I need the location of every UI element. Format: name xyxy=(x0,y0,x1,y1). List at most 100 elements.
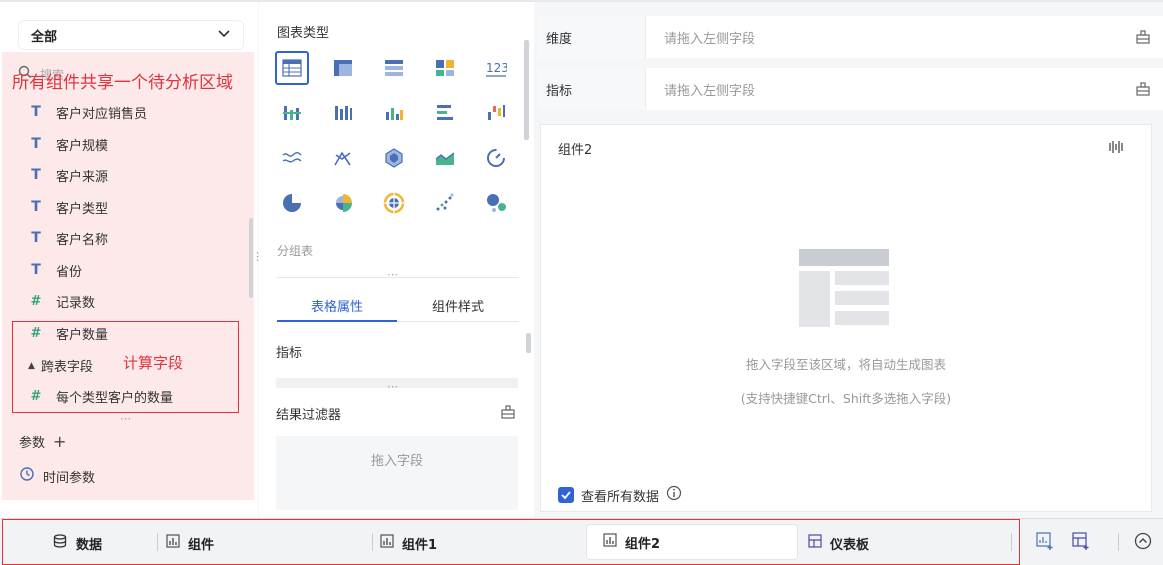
empty-hint-sub: (支持快捷键Ctrl、Shift多选拖入字段) xyxy=(740,391,952,406)
calc-field-icon: # xyxy=(30,325,42,341)
divider xyxy=(1011,533,1012,551)
dashboard-icon xyxy=(808,534,822,552)
add-dashboard-icon[interactable] xyxy=(1071,531,1091,555)
current-chart-type: 分组表 xyxy=(277,244,314,258)
bottom-tab-bar: 数据 组件 组件1 组件2 仪表板 xyxy=(0,518,1163,565)
text-field-icon: T xyxy=(31,136,41,152)
chart-type-horizontal-bar-icon[interactable] xyxy=(428,96,462,130)
resize-handle[interactable]: ⋯ xyxy=(387,268,398,281)
chart-type-grouped-bar-icon[interactable] xyxy=(275,96,309,130)
dimension-row: 维度 请拖入左侧字段 xyxy=(538,16,1163,58)
tab-component[interactable]: 组件 xyxy=(150,527,350,559)
tab-data[interactable]: 数据 xyxy=(36,527,156,559)
filter-drop-area[interactable]: 拖入字段 xyxy=(276,436,518,510)
filter-settings-icon[interactable] xyxy=(500,404,516,424)
scope-select[interactable]: 全部 xyxy=(18,20,244,50)
resize-handle[interactable]: ⋯ xyxy=(120,412,132,425)
field-item[interactable]: # 客户数量 xyxy=(28,318,228,348)
chart-type-rose-icon[interactable] xyxy=(326,186,360,220)
scrollbar[interactable] xyxy=(526,333,531,353)
chart-type-cross-table-icon[interactable] xyxy=(326,51,360,85)
checkbox-checked-icon[interactable] xyxy=(558,487,574,503)
annotation-calc-fields: 计算字段 xyxy=(123,354,184,372)
text-field-icon: T xyxy=(31,230,41,246)
chart-type-title: 图表类型 xyxy=(277,26,330,41)
chart-type-number-icon[interactable]: 123 xyxy=(479,51,513,85)
tab-component-2-active[interactable]: 组件2 xyxy=(586,524,798,560)
tab-component-1[interactable]: 组件1 xyxy=(364,527,564,559)
chart-type-grid: 123 xyxy=(275,51,523,220)
chart-type-gauge-icon[interactable] xyxy=(479,141,513,175)
number-field-icon: # xyxy=(30,293,42,309)
chart-type-multi-line-icon[interactable] xyxy=(326,141,360,175)
config-canvas-area: 维度 请拖入左侧字段 指标 请拖入左侧字段 组件2 拖入字段至该区域，将自动生成… xyxy=(538,0,1163,518)
add-component-icon[interactable] xyxy=(1035,531,1055,555)
text-field-icon: T xyxy=(31,104,41,120)
view-all-data-checkbox[interactable]: 查看所有数据 xyxy=(558,485,682,505)
empty-table-illustration xyxy=(799,249,891,333)
info-icon[interactable] xyxy=(666,485,682,505)
plus-icon[interactable]: + xyxy=(53,432,66,451)
field-item[interactable]: T 客户对应销售员 xyxy=(28,97,228,127)
measure-row: 指标 请拖入左侧字段 xyxy=(538,68,1163,110)
dimension-label: 维度 xyxy=(538,16,646,58)
empty-hint: 拖入字段至该区域，将自动生成图表 xyxy=(745,357,946,372)
dimension-settings-icon[interactable] xyxy=(1123,29,1163,45)
database-icon xyxy=(52,533,68,553)
chart-type-table-icon[interactable] xyxy=(275,51,309,85)
chart-toggle-icon[interactable] xyxy=(1108,139,1124,159)
text-field-icon: T xyxy=(31,199,41,215)
chevron-down-icon xyxy=(217,26,231,44)
chart-type-area-icon[interactable] xyxy=(428,141,462,175)
scrollbar[interactable] xyxy=(524,40,529,140)
chart-type-waterfall-icon[interactable] xyxy=(479,96,513,130)
chart-type-radar-icon[interactable] xyxy=(377,141,411,175)
resize-handle[interactable]: ⋯ xyxy=(387,380,398,393)
chart-type-pie-icon[interactable] xyxy=(275,186,309,220)
text-field-icon: T xyxy=(31,262,41,278)
dimension-drop-field[interactable]: 请拖入左侧字段 xyxy=(646,28,1123,47)
measure-settings-icon[interactable] xyxy=(1123,81,1163,97)
chart-type-scatter-icon[interactable] xyxy=(428,186,462,220)
chart-type-sunburst-icon[interactable] xyxy=(377,186,411,220)
chart-type-stacked-bar-icon[interactable] xyxy=(326,96,360,130)
field-group-cross-table[interactable]: ▲ 跨表字段 xyxy=(28,356,93,375)
tab-table-properties[interactable]: 表格属性 xyxy=(277,290,397,322)
chart-type-detail-table-icon[interactable] xyxy=(377,51,411,85)
result-filter-label: 结果过滤器 xyxy=(276,408,342,423)
chart-type-bubble-icon[interactable] xyxy=(479,186,513,220)
app-window: 全部 搜索 所有组件共享一个待分析区域 T 客户对应销售员 T 客户规模 T 客户来源… xyxy=(0,0,1163,565)
canvas-title: 组件2 xyxy=(558,143,593,158)
tab-dashboard[interactable]: 仪表板 xyxy=(792,527,992,559)
chart-icon xyxy=(603,533,617,551)
calc-field-icon: # xyxy=(30,388,42,404)
annotation-shared-area: 所有组件共享一个待分析区域 xyxy=(12,73,233,93)
time-param-item[interactable]: 时间参数 xyxy=(19,466,95,486)
field-item[interactable]: T 客户规模 xyxy=(28,129,228,159)
divider xyxy=(277,277,519,278)
measure-drop-field[interactable]: 请拖入左侧字段 xyxy=(646,80,1123,99)
metric-label: 指标 xyxy=(276,346,303,361)
field-item[interactable]: # 每个类型客户的数量 xyxy=(28,381,228,411)
chart-icon xyxy=(166,534,180,552)
field-item[interactable]: # 记录数 xyxy=(28,286,228,316)
params-header: 参数 + xyxy=(19,432,67,451)
scope-select-value: 全部 xyxy=(31,29,58,45)
field-item[interactable]: T 省份 xyxy=(28,255,228,285)
svg-text:123: 123 xyxy=(486,61,507,75)
left-field-panel: 全部 搜索 所有组件共享一个待分析区域 T 客户对应销售员 T 客户规模 T 客户来源… xyxy=(0,0,258,518)
top-border xyxy=(0,0,1163,2)
chart-type-panel: 图表类型 123 分组表 ⋯ 表格属性 组件样式 指标 ⋯ 结果过滤器 拖入字段 xyxy=(259,0,534,518)
field-item[interactable]: T 客户来源 xyxy=(28,160,228,190)
collapse-up-icon[interactable] xyxy=(1133,531,1153,555)
clock-icon xyxy=(19,466,35,486)
field-item[interactable]: T 客户名称 xyxy=(28,223,228,253)
chart-type-line-icon[interactable] xyxy=(275,141,309,175)
chart-canvas[interactable]: 组件2 拖入字段至该区域，将自动生成图表 (支持快捷键Ctrl、Shift多选拖… xyxy=(540,124,1152,512)
caret-down-icon: ▲ xyxy=(28,360,35,371)
chart-type-column-icon[interactable] xyxy=(377,96,411,130)
text-field-icon: T xyxy=(31,167,41,183)
chart-type-kpi-card-icon[interactable] xyxy=(428,51,462,85)
tab-component-style[interactable]: 组件样式 xyxy=(397,290,519,322)
field-item[interactable]: T 客户类型 xyxy=(28,192,228,222)
